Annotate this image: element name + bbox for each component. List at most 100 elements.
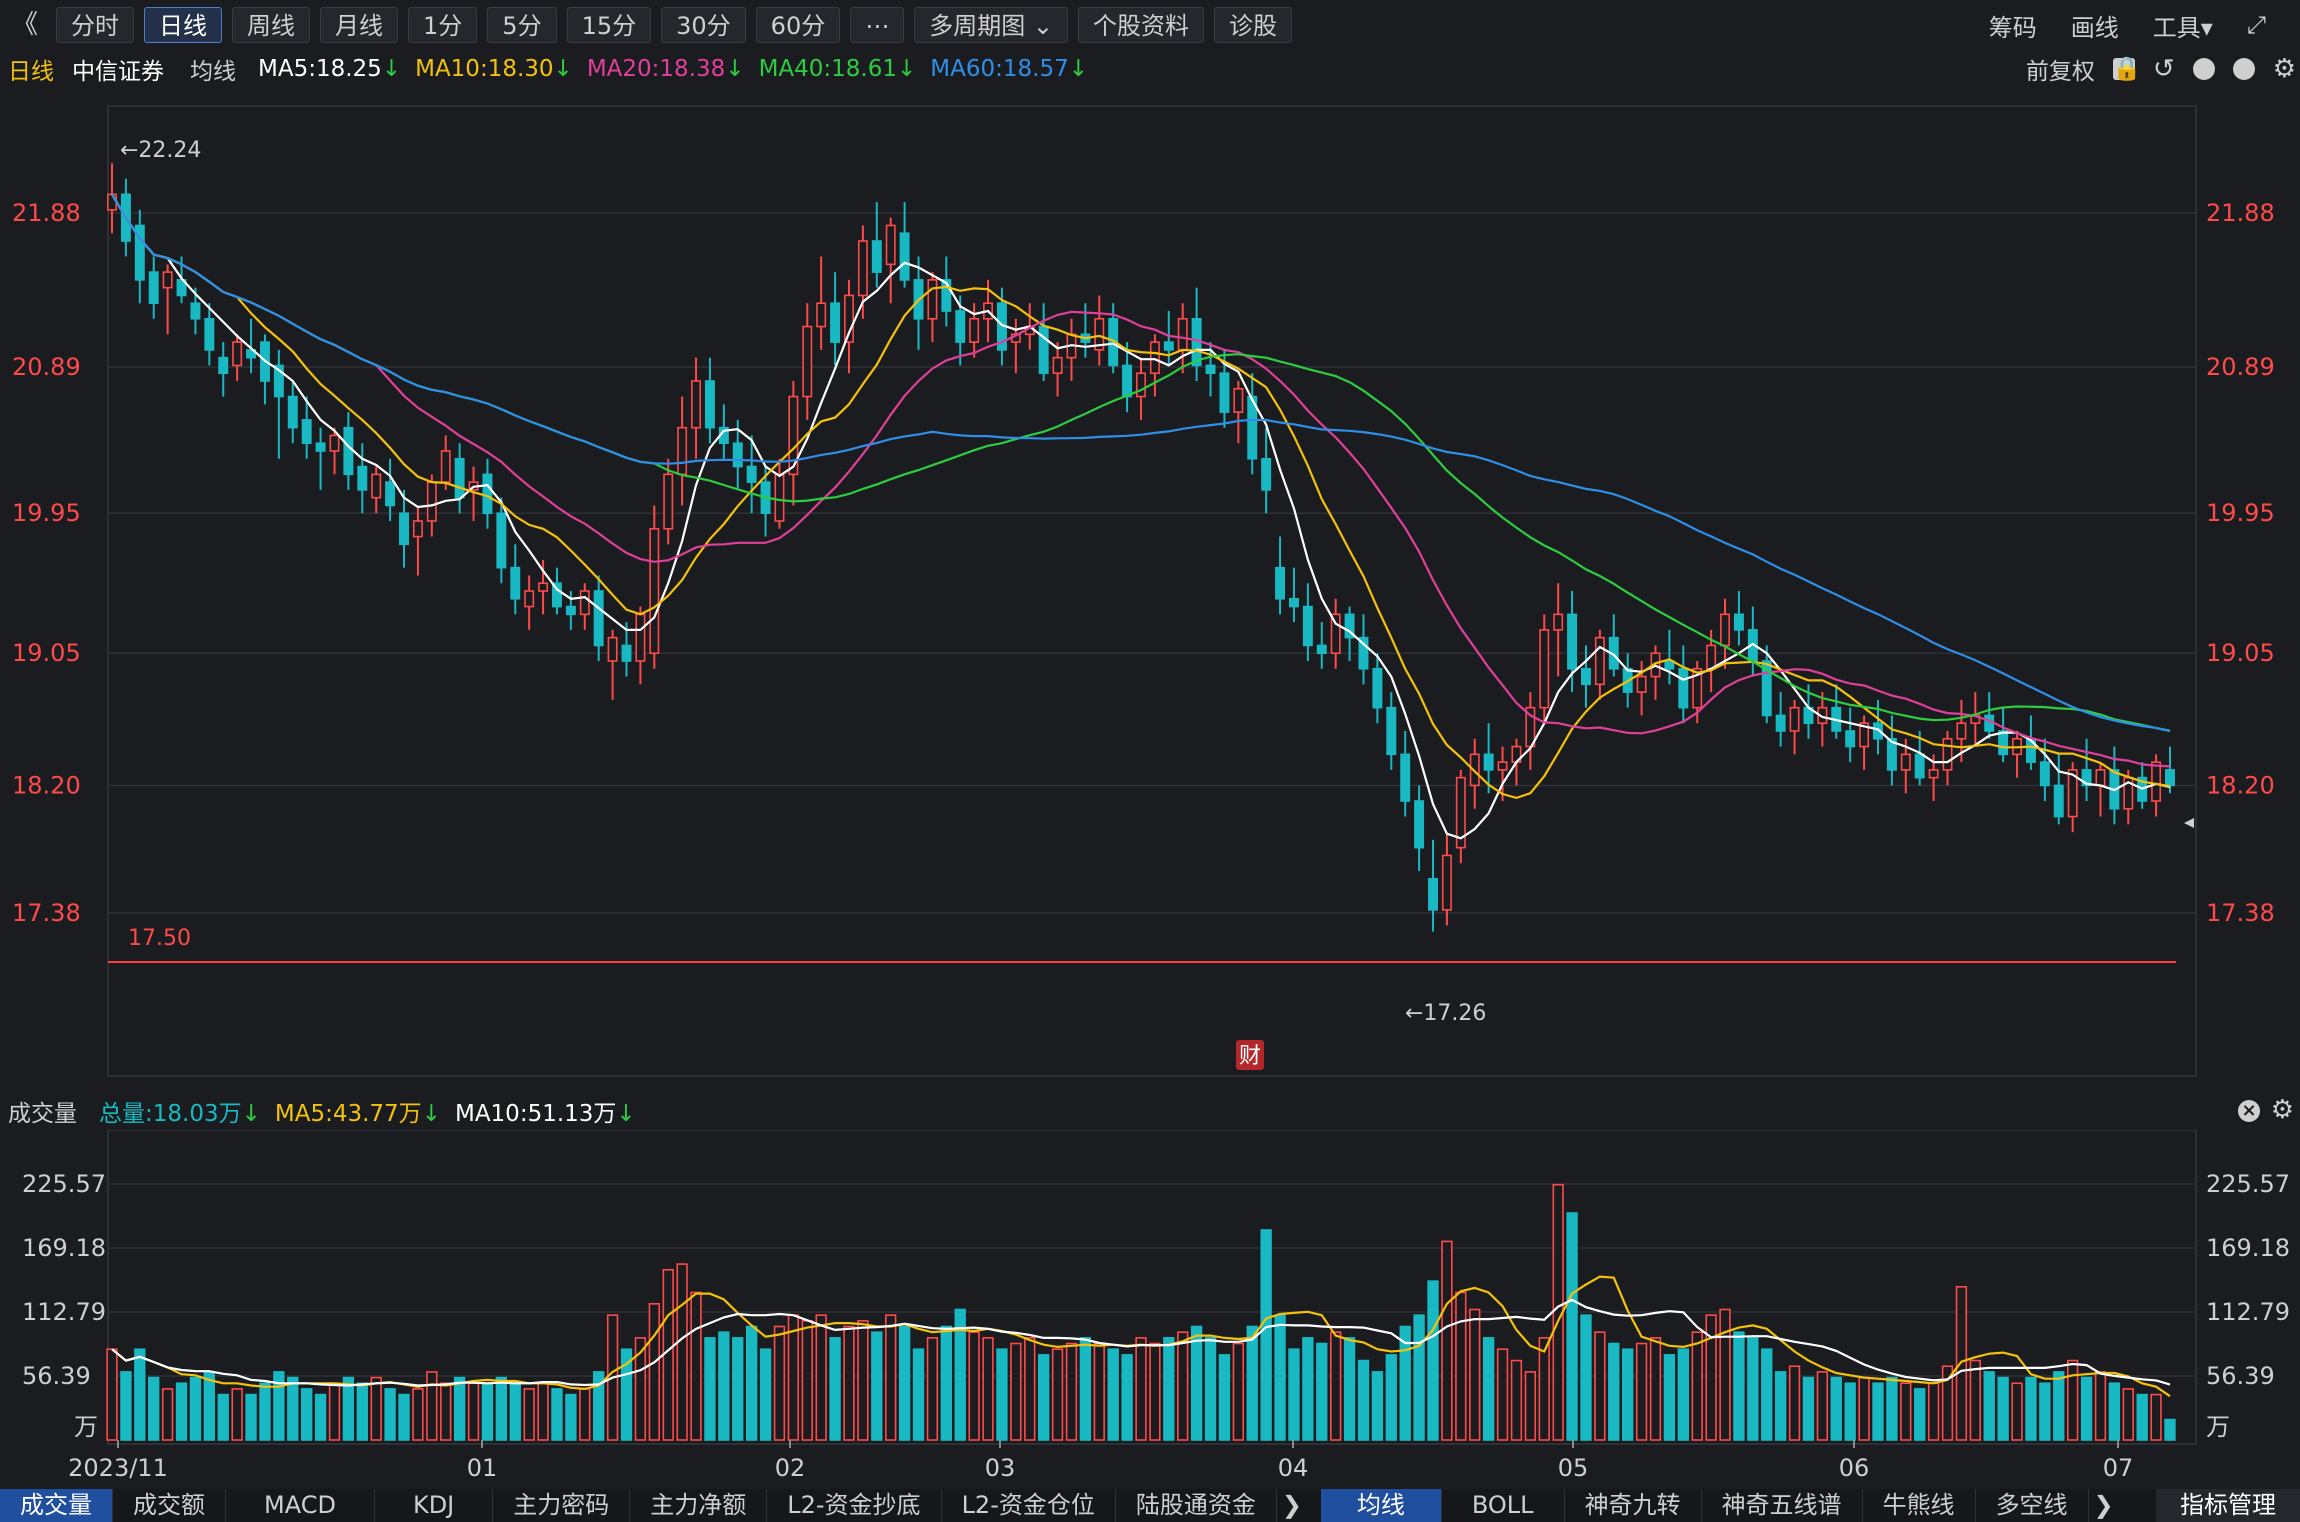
tab-period-3[interactable]: 月线 — [320, 7, 399, 43]
volume-bar[interactable] — [134, 1348, 146, 1441]
volume-bar[interactable] — [1774, 1371, 1787, 1441]
volume-bar[interactable] — [2094, 1371, 2107, 1441]
volume-bar[interactable] — [217, 1393, 229, 1441]
candle-body[interactable] — [1163, 341, 1174, 351]
volume-bar[interactable] — [1719, 1308, 1731, 1441]
volume-bar[interactable] — [314, 1393, 327, 1441]
candle-body[interactable] — [1497, 761, 1508, 771]
volume-bar[interactable] — [940, 1325, 952, 1441]
chip-button[interactable]: 筹码 — [1989, 8, 2037, 43]
candle-body[interactable] — [1414, 800, 1425, 849]
volume-bar[interactable] — [148, 1376, 160, 1441]
candle-body[interactable] — [1594, 636, 1605, 686]
volume-bar[interactable] — [565, 1393, 577, 1441]
volume-bar[interactable] — [551, 1388, 563, 1441]
volume-bar[interactable] — [2025, 1376, 2037, 1441]
tab-period-4[interactable]: 1分 — [408, 7, 478, 43]
volume-bar[interactable] — [1037, 1354, 1050, 1441]
candlestick-chart[interactable]: 21.88 20.89 19.95 19.05 18.20 17.38 21.88 20.8… — [0, 88, 2300, 1092]
lock-icon[interactable]: 🔒 — [2112, 58, 2142, 81]
volume-bar[interactable] — [1260, 1229, 1272, 1441]
back-button[interactable]: 《 — [4, 7, 46, 43]
close-icon[interactable]: × — [2238, 1100, 2260, 1122]
candle-body[interactable] — [1038, 325, 1049, 375]
volume-bar[interactable] — [1482, 1337, 1495, 1441]
tab-period-10[interactable]: 多周期图 ⌄ — [914, 7, 1068, 43]
tab-period-2[interactable]: 周线 — [232, 7, 311, 43]
volume-bar[interactable] — [1510, 1359, 1523, 1441]
candle-body[interactable] — [1581, 667, 1591, 686]
volume-bar[interactable] — [1886, 1376, 1898, 1441]
tab-period-7[interactable]: 30分 — [661, 7, 746, 43]
volume-bar[interactable] — [2039, 1382, 2051, 1441]
candle-body[interactable] — [440, 450, 451, 483]
volume-bar[interactable] — [370, 1376, 382, 1441]
chevron-right-icon-2[interactable]: ❯ — [2089, 1489, 2119, 1522]
volume-bar[interactable] — [1357, 1359, 1370, 1441]
volume-bar[interactable] — [1232, 1342, 1245, 1441]
volume-bar[interactable] — [412, 1388, 424, 1441]
volume-bar[interactable] — [2150, 1393, 2162, 1441]
volume-bar[interactable] — [690, 1291, 702, 1441]
candle-body[interactable] — [1288, 597, 1299, 608]
tab-macd[interactable]: MACD — [226, 1489, 375, 1522]
volume-bar[interactable] — [1566, 1212, 1578, 1441]
candle-body[interactable] — [1441, 854, 1452, 911]
candle-body[interactable] — [1567, 613, 1578, 670]
volume-bar[interactable] — [1302, 1337, 1314, 1441]
volume-bar[interactable] — [1149, 1342, 1161, 1441]
candle-body[interactable] — [2053, 784, 2064, 818]
volume-bar[interactable] — [1441, 1240, 1453, 1441]
candle-body[interactable] — [1302, 605, 1313, 647]
candle-body[interactable] — [1261, 457, 1272, 491]
draw-button[interactable]: 画线 — [2071, 8, 2119, 43]
candle-body[interactable] — [607, 636, 618, 662]
volume-bar[interactable] — [2122, 1388, 2134, 1441]
volume-bar[interactable] — [161, 1388, 174, 1441]
volume-bar[interactable] — [453, 1376, 466, 1441]
candle-body[interactable] — [649, 527, 660, 655]
candle-body[interactable] — [816, 302, 827, 328]
tab-bull-bear[interactable]: 牛熊线 — [1863, 1489, 1976, 1522]
tab-period-5[interactable]: 5分 — [487, 7, 557, 43]
volume-bar[interactable] — [1524, 1371, 1537, 1441]
volume-bar[interactable] — [440, 1382, 452, 1441]
volume-bar[interactable] — [1788, 1365, 1801, 1441]
adjust-mode[interactable]: 前复权 — [2026, 52, 2095, 86]
volume-bar[interactable] — [1163, 1337, 1175, 1441]
volume-bar[interactable] — [1872, 1382, 1884, 1441]
tab-l2-bottom[interactable]: L2-资金抄底 — [767, 1489, 942, 1522]
volume-bar[interactable] — [1051, 1348, 1064, 1441]
tab-kdj[interactable]: KDJ — [375, 1489, 494, 1522]
candle-body[interactable] — [1636, 675, 1647, 693]
tools-menu[interactable]: 工具▾ — [2153, 8, 2213, 43]
volume-bar[interactable] — [1427, 1280, 1439, 1441]
candle-body[interactable] — [677, 426, 688, 476]
volume-bar[interactable] — [189, 1376, 202, 1441]
candle-body[interactable] — [329, 434, 340, 452]
candle-body[interactable] — [774, 473, 785, 522]
candle-body[interactable] — [1372, 667, 1383, 709]
tab-boll[interactable]: BOLL — [1442, 1489, 1565, 1522]
candle-body[interactable] — [885, 224, 896, 266]
volume-bar[interactable] — [1649, 1337, 1662, 1441]
tab-main-cipher[interactable]: 主力密码 — [493, 1489, 631, 1522]
candle-body[interactable] — [802, 325, 813, 398]
volume-bar[interactable] — [398, 1393, 410, 1441]
volume-bar[interactable] — [1496, 1348, 1509, 1441]
candle-body[interactable] — [1775, 714, 1786, 732]
volume-bar[interactable] — [1343, 1337, 1356, 1441]
candle-body[interactable] — [1428, 877, 1438, 911]
volume-bar[interactable] — [787, 1314, 800, 1441]
volume-bar[interactable] — [1844, 1382, 1856, 1441]
candle-body[interactable] — [746, 465, 757, 483]
volume-bar[interactable] — [259, 1382, 271, 1441]
tab-ma[interactable]: 均线 — [1320, 1489, 1442, 1522]
candle-body[interactable] — [1998, 730, 2009, 756]
volume-bar[interactable] — [2136, 1393, 2148, 1441]
volume-bar[interactable] — [1121, 1354, 1133, 1441]
volume-bar[interactable] — [982, 1337, 994, 1441]
volume-bar[interactable] — [1135, 1337, 1147, 1441]
candle-body[interactable] — [218, 356, 229, 375]
volume-bar[interactable] — [467, 1382, 480, 1441]
